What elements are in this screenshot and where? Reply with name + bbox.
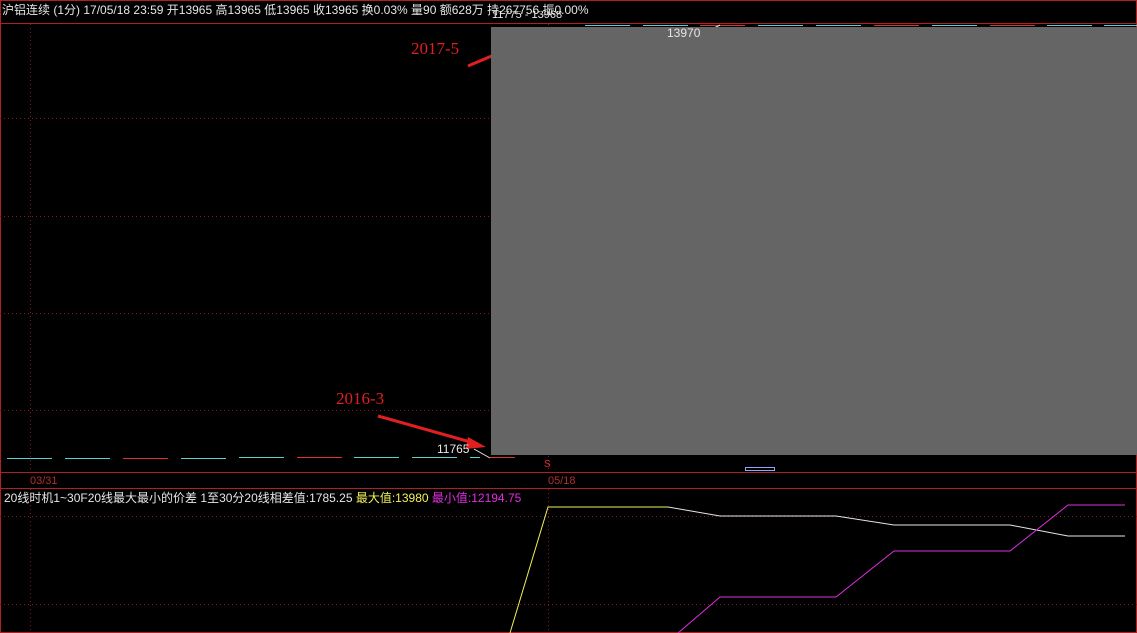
indicator-title: 20线时机1~30F20线最大最小的价差 <box>4 491 198 505</box>
low-price-label: 11765 <box>437 442 470 456</box>
high-price-label: 13970 <box>667 26 701 40</box>
x-date-label: 05/18 <box>548 475 576 487</box>
signal-marker: S <box>544 459 551 470</box>
quote-volume: 量90 <box>411 3 437 17</box>
indicator-diff-line <box>667 506 1125 537</box>
annotation-arrow-bottom <box>377 414 486 449</box>
quote-datetime: 17/05/18 23:59 <box>83 3 164 17</box>
indicator-max: 最大值:13980 <box>355 491 429 505</box>
scroll-thumb[interactable] <box>745 467 775 471</box>
quote-open: 开13965 <box>166 3 213 17</box>
range-label: 11775 - 13968 <box>492 11 563 20</box>
indicator-min: 最小值:12194.75 <box>431 491 522 505</box>
quote-amount: 额628万 <box>439 3 484 17</box>
annotation-2016-3: 2016-3 <box>336 389 385 408</box>
indicator-grid <box>0 489 1137 633</box>
candle-dashes-left <box>7 457 515 459</box>
indicator-header: 20线时机1~30F20线最大最小的价差 1至30分20线相差值:1785.25… <box>4 491 521 505</box>
quote-low: 低13965 <box>264 3 310 17</box>
annotation-2017-5: 2017-5 <box>411 39 460 58</box>
low-leader-line <box>473 448 491 459</box>
quote-close: 收13965 <box>312 3 359 17</box>
quote-turnover: 换0.03% <box>361 3 408 17</box>
gray-overlay-panel <box>491 27 1137 455</box>
quote-high: 高13965 <box>215 3 261 17</box>
instrument-name: 沪铝连续 (1分) <box>2 3 81 17</box>
indicator-diff: 1至30分20线相差值:1785.25 <box>200 491 353 505</box>
x-date-label: 03/31 <box>30 475 58 487</box>
indicator-max-line <box>509 506 668 633</box>
indicator-min-line <box>677 504 1125 633</box>
